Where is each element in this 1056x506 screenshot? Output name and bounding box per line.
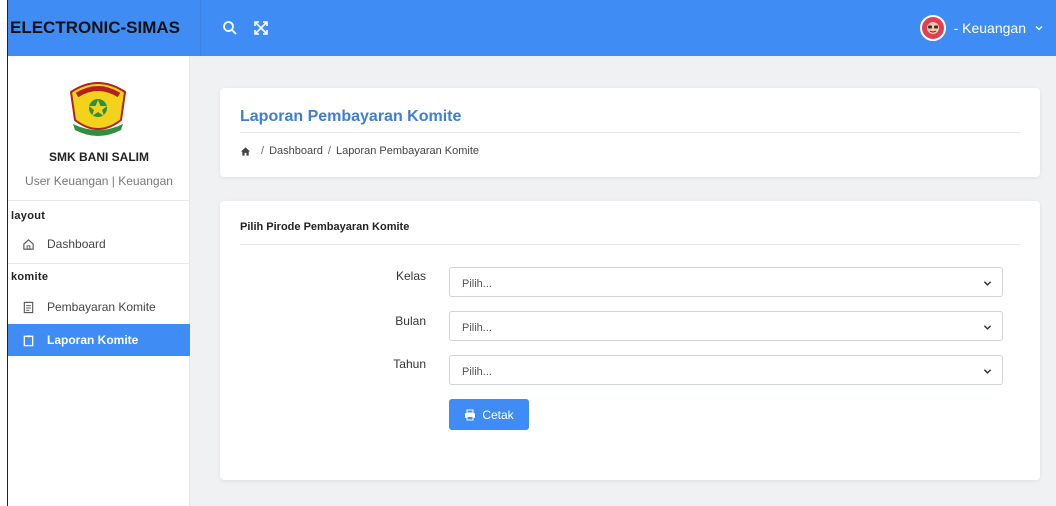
chevron-down-icon [983,281,992,286]
section-label-layout: layout [11,210,46,222]
sidebar-item-pembayaran-komite[interactable]: Pembayaran Komite [8,291,190,323]
user-role: User Keuangan | Keuangan [25,174,173,188]
top-navbar: ELECTRONIC-SIMAS - Keuangan [0,0,1056,56]
search-icon[interactable] [218,16,242,40]
form-card: Pilih Pirode Pembayaran Komite Kelas Pil… [220,201,1040,480]
home-icon [23,238,34,250]
window-edge [0,0,8,506]
print-icon [465,409,476,420]
tahun-label: Tahun [393,357,426,371]
chevron-down-icon [1035,26,1043,31]
user-label: - Keuangan [953,20,1026,36]
brand-divider [200,0,201,56]
breadcrumb-dashboard[interactable]: Dashboard [269,145,323,157]
cetak-button[interactable]: Cetak [449,399,529,430]
bulan-select[interactable]: Pilih... [449,311,1003,341]
avatar [919,15,946,41]
sidebar-item-dashboard[interactable]: Dashboard [8,228,190,260]
bulan-select-value: Pilih... [462,322,492,334]
tahun-select-value: Pilih... [462,366,492,378]
school-name: SMK BANI SALIM [49,150,149,164]
user-menu[interactable]: - Keuangan [919,12,1044,44]
breadcrumb-separator: / [261,145,265,157]
kelas-select[interactable]: Pilih... [449,267,1003,297]
breadcrumb-current: Laporan Pembayaran Komite [335,145,480,157]
divider [240,132,1020,133]
document-icon [23,301,34,313]
divider [8,263,190,264]
divider [8,200,190,201]
cetak-button-label: Cetak [482,407,514,422]
bulan-label: Bulan [395,314,426,328]
sidebar-item-label: Laporan Komite [47,333,139,347]
kelas-select-value: Pilih... [462,278,492,290]
page-title: Laporan Pembayaran Komite [240,108,462,125]
tahun-select[interactable]: Pilih... [449,355,1003,385]
sidebar-item-laporan-komite[interactable]: Laporan Komite [8,324,190,356]
brand-title[interactable]: ELECTRONIC-SIMAS [10,0,192,56]
school-logo [69,82,127,136]
sidebar-item-label: Dashboard [47,237,106,251]
header-card: Laporan Pembayaran Komite / Dashboard / … [220,88,1040,177]
section-label-komite: komite [11,271,49,283]
sidebar: SMK BANI SALIM User Keuangan | Keuangan … [8,56,190,506]
breadcrumb-separator: / [327,145,331,157]
kelas-label: Kelas [395,269,426,283]
home-icon[interactable] [240,146,251,157]
clipboard-icon [23,334,34,346]
card-title: Pilih Pirode Pembayaran Komite [240,221,410,233]
fullscreen-icon[interactable] [249,16,273,40]
chevron-down-icon [983,369,992,374]
breadcrumb: / Dashboard / Laporan Pembayaran Komite [240,145,479,157]
chevron-down-icon [983,325,992,330]
sidebar-item-label: Pembayaran Komite [47,300,156,314]
divider [240,244,1020,245]
